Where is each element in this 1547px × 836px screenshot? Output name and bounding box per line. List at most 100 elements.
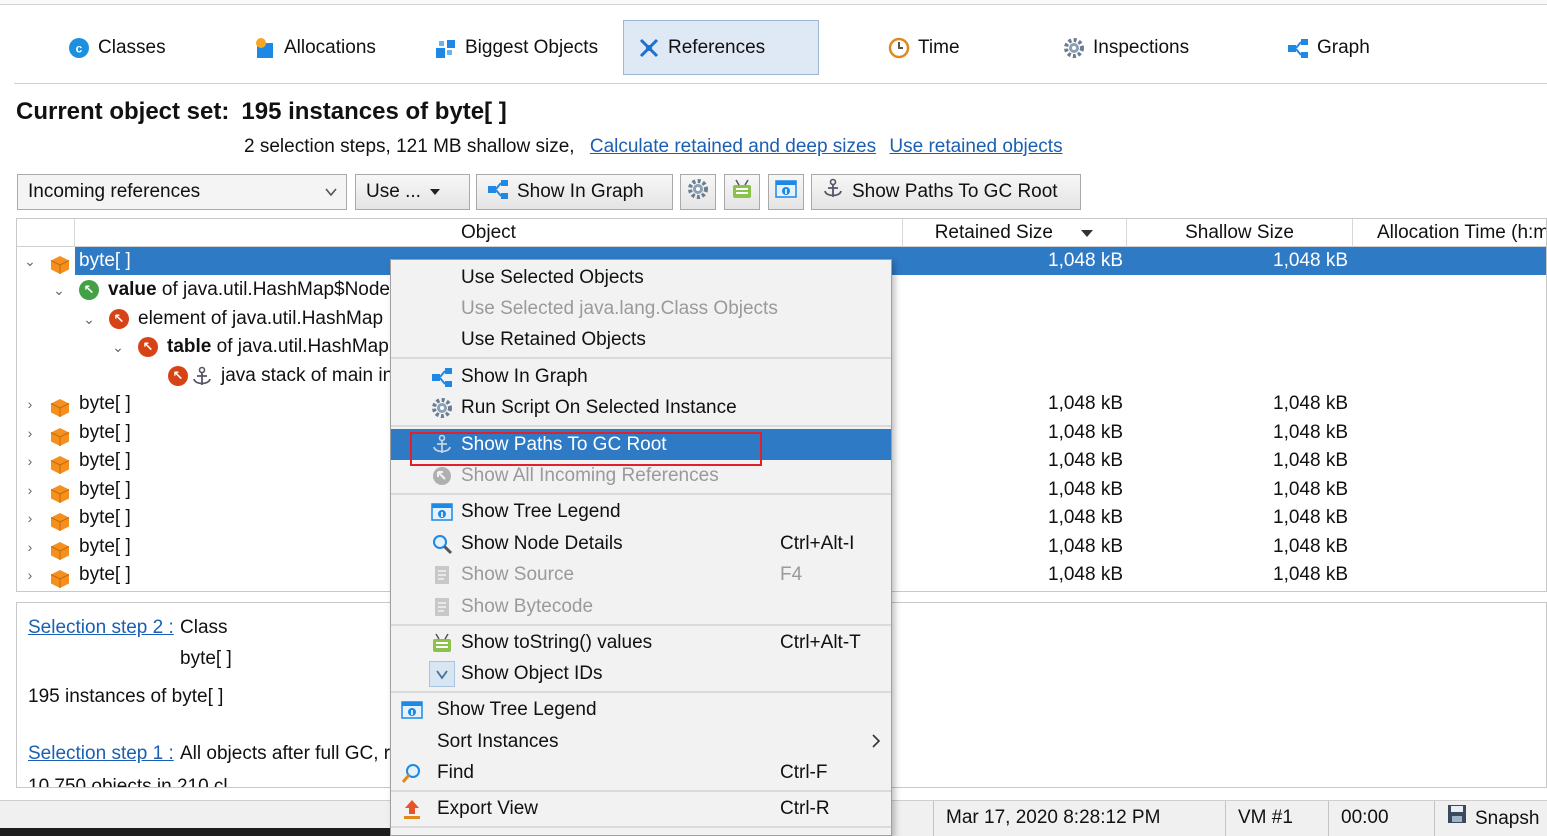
bytecode-file-icon <box>431 596 453 618</box>
status-snapshot[interactable]: Snapsh <box>1434 801 1547 836</box>
menu-item-export-view[interactable]: Export View Ctrl-R <box>391 793 891 824</box>
selection-step-1-link[interactable]: Selection step 1 : <box>28 743 174 765</box>
retained-size: 1,048 kB <box>1048 479 1123 500</box>
retained-size: 1,048 kB <box>1048 422 1123 443</box>
menu-separator <box>391 624 891 626</box>
menu-item-use-retained[interactable]: Use Retained Objects <box>391 324 891 355</box>
tree-legend-button[interactable] <box>768 174 804 210</box>
chevron-down-icon[interactable]: ⌄ <box>50 276 68 304</box>
row-label: byte[ ] <box>79 479 131 500</box>
column-header-object[interactable]: Object <box>75 219 903 247</box>
reference-mode-select[interactable]: Incoming references <box>17 174 347 210</box>
tree-node-label: element of java.util.HashMap <box>138 308 384 329</box>
chevron-right-icon[interactable]: › <box>21 476 39 504</box>
chevron-right-icon[interactable]: › <box>21 561 39 589</box>
menu-separator <box>391 425 891 427</box>
row-label: byte[ ] <box>79 536 131 557</box>
shallow-size: 1,048 kB <box>1273 507 1348 528</box>
graph-icon <box>487 178 509 206</box>
outgoing-ref-icon: ↖ <box>138 333 158 361</box>
show-in-graph-button[interactable]: Show In Graph <box>476 174 673 210</box>
chevron-right-icon[interactable]: › <box>21 390 39 418</box>
svg-text:c: c <box>76 41 83 55</box>
graph-icon <box>431 366 453 388</box>
show-paths-label: Show Paths To GC Root <box>852 181 1058 202</box>
reference-mode-value: Incoming references <box>28 181 201 202</box>
shallow-size: 1,048 kB <box>1273 422 1348 443</box>
cube-icon <box>50 394 70 417</box>
cube-icon <box>50 508 70 531</box>
tab-graph[interactable]: Graph <box>1273 20 1384 75</box>
cube-icon <box>50 423 70 446</box>
tostring-icon <box>431 632 453 654</box>
menu-separator <box>391 357 891 359</box>
chevron-right-icon[interactable]: › <box>21 447 39 475</box>
chevron-right-icon[interactable]: › <box>21 504 39 532</box>
menu-item-sort-instances[interactable]: Sort Instances <box>391 726 891 757</box>
cube-icon <box>50 480 70 503</box>
menu-item-show-tostring[interactable]: Show toString() values Ctrl+Alt-T <box>391 627 891 658</box>
title-prefix: Current object set: <box>16 98 230 125</box>
highlight-annotation-box <box>410 432 762 466</box>
menu-item-show-bytecode[interactable]: Show Bytecode <box>391 591 891 622</box>
run-script-button[interactable] <box>680 174 716 210</box>
tab-inspections[interactable]: Inspections <box>1049 20 1203 75</box>
tab-references[interactable]: References <box>623 20 819 75</box>
show-paths-gc-root-button[interactable]: Show Paths To GC Root <box>811 174 1081 210</box>
status-time: 00:00 <box>1328 801 1434 836</box>
tree-node-label: value of java.util.HashMap$Node <box>108 279 391 300</box>
calculate-sizes-link[interactable]: Calculate retained and deep sizes <box>590 136 876 157</box>
checkmark-icon <box>429 661 455 687</box>
use-retained-link[interactable]: Use retained objects <box>889 136 1062 157</box>
tab-allocations[interactable]: Allocations <box>240 20 390 75</box>
shallow-size: 1,048 kB <box>1273 393 1348 414</box>
menu-item-show-node-details[interactable]: Show Node Details Ctrl+Alt-I <box>391 528 891 559</box>
tab-time[interactable]: Time <box>874 20 974 75</box>
chevron-down-icon[interactable]: ⌄ <box>21 247 39 275</box>
shallow-size: 1,048 kB <box>1273 450 1348 471</box>
tab-label: Allocations <box>284 36 376 58</box>
chevron-right-icon[interactable]: › <box>21 533 39 561</box>
menu-item-use-selected[interactable]: Use Selected Objects <box>391 262 891 293</box>
menu-item-find[interactable]: Find Ctrl-F <box>391 757 891 788</box>
chevron-down-icon[interactable]: ⌄ <box>109 333 127 361</box>
menu-item-run-script[interactable]: Run Script On Selected Instance <box>391 392 891 423</box>
column-header-shallow[interactable]: Shallow Size <box>1127 219 1353 247</box>
row-label: byte[ ] <box>79 250 131 271</box>
use-button[interactable]: Use ... <box>355 174 470 210</box>
menu-item-use-selected-class[interactable]: Use Selected java.lang.Class Objects <box>391 293 891 324</box>
outgoing-ref-icon: ↖ <box>168 362 188 390</box>
gear-icon <box>431 397 453 419</box>
tab-label: Time <box>918 36 960 58</box>
shallow-size: 1,048 kB <box>1273 564 1348 585</box>
cube-icon <box>50 251 70 274</box>
graph-icon <box>1287 37 1309 59</box>
tostring-button[interactable] <box>724 174 760 210</box>
menu-item-show-in-graph[interactable]: Show In Graph <box>391 361 891 392</box>
tab-classes[interactable]: c Classes <box>54 20 180 75</box>
menu-item-show-object-ids[interactable]: Show Object IDs <box>391 658 891 689</box>
clock-icon <box>888 37 910 59</box>
row-label: byte[ ] <box>79 564 131 585</box>
menu-item-show-source[interactable]: Show Source F4 <box>391 559 891 590</box>
selection-step-2-link[interactable]: Selection step 2 : <box>28 617 174 639</box>
cube-icon <box>50 451 70 474</box>
show-in-graph-label: Show In Graph <box>517 181 644 202</box>
chevron-down-icon[interactable]: ⌄ <box>80 305 98 333</box>
tab-biggest-objects[interactable]: Biggest Objects <box>421 20 612 75</box>
chevron-right-icon[interactable]: › <box>21 419 39 447</box>
menu-item-show-tree-legend[interactable]: Show Tree Legend <box>391 496 891 527</box>
step2-class: byte[ ] <box>180 648 232 669</box>
source-file-icon <box>431 564 453 586</box>
column-header-allocation-time[interactable]: Allocation Time (h:m <box>1353 219 1546 247</box>
menu-item-show-tree-legend-2[interactable]: Show Tree Legend <box>391 694 891 725</box>
step1-result: 10,750 objects in 210 cl <box>28 776 228 788</box>
page-title: Current object set: 195 instances of byte… <box>16 98 507 126</box>
row-label: byte[ ] <box>79 507 131 528</box>
gear-icon <box>1063 37 1085 59</box>
view-tabs: c Classes Allocations Biggest Objects Re… <box>14 18 1547 84</box>
retained-size: 1,048 kB <box>1048 393 1123 414</box>
column-header-retained[interactable]: Retained Size <box>903 219 1127 247</box>
info-icon <box>775 178 797 206</box>
tree-node-label: java stack of main in <box>221 365 394 386</box>
